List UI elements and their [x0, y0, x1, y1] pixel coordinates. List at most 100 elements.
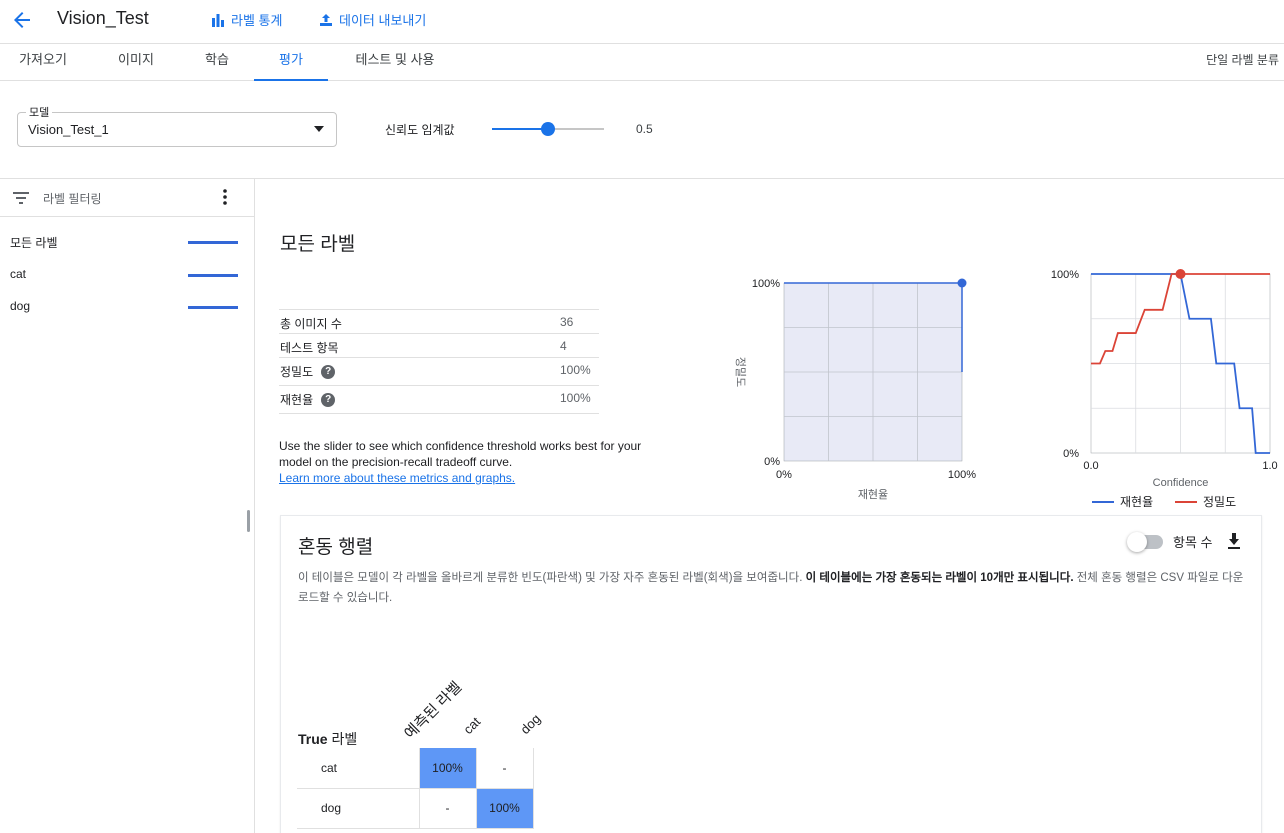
model-type-label: 단일 라벨 분류	[1206, 53, 1279, 67]
matrix-cell: 100%	[419, 748, 477, 789]
metric-name: 테스트 항목	[280, 341, 339, 355]
slider-thumb[interactable]	[541, 122, 555, 136]
sidebar-item-cat[interactable]: cat	[10, 263, 240, 287]
confusion-matrix-title: 혼동 행렬	[298, 537, 374, 558]
item-count-toggle[interactable]	[1127, 532, 1163, 552]
metric-name-recall: 재현율?	[280, 391, 336, 408]
explanation-body: Use the slider to see which confidence t…	[279, 439, 642, 469]
dropdown-caret-icon	[314, 126, 324, 132]
highlight-point	[1175, 269, 1186, 279]
model-select-value: Vision_Test_1	[28, 122, 109, 137]
sidebar-item-label: 모든 라벨	[10, 236, 58, 250]
series-line-swatch	[188, 274, 238, 277]
slider-fill	[492, 128, 548, 130]
threshold-value: 0.5	[636, 122, 653, 136]
sidebar-item-dog[interactable]: dog	[10, 295, 240, 319]
x-tick-label: 100%	[948, 469, 976, 481]
label-stats-label: 라벨 통계	[231, 13, 283, 28]
metric-name-text: 정밀도	[280, 365, 314, 379]
tab-images[interactable]: 이미지	[96, 44, 176, 81]
desc-plain: 이 테이블은 모델이 각 라벨을 올바르게 분류한 빈도(파란색) 및 가장 자…	[298, 572, 806, 584]
more-vert-icon[interactable]	[222, 189, 228, 205]
model-select[interactable]: 모델 Vision_Test_1	[17, 104, 337, 147]
true-label-header: True 라벨	[298, 729, 357, 749]
table-row: dog - 100%	[297, 788, 534, 829]
bar-chart-icon	[212, 13, 224, 27]
metric-value: 36	[560, 315, 574, 329]
sidebar-item-label: cat	[10, 267, 27, 281]
sidebar-item-label: dog	[10, 299, 31, 313]
desc-bold: 이 테이블에는 가장 혼동되는 라벨이 10개만 표시됩니다.	[805, 572, 1074, 584]
back-arrow-icon[interactable]	[10, 8, 34, 32]
x-tick-label: 1.0	[1262, 460, 1277, 472]
filter-input[interactable]: 라벨 필터링	[43, 190, 102, 207]
tab-import[interactable]: 가져오기	[0, 44, 86, 81]
threshold-label: 신뢰도 임계값	[385, 123, 455, 137]
sidebar-divider	[254, 178, 255, 833]
legend-swatch	[1175, 500, 1197, 503]
confidence-threshold-chart: 100% 0% 0.0 1.0 Confidence	[1051, 269, 1278, 489]
export-data-button[interactable]: 데이터 내보내기	[319, 10, 426, 29]
toggle-knob	[1127, 532, 1147, 552]
page-title: Vision_Test	[57, 8, 149, 28]
column-header-cat: cat	[460, 714, 484, 737]
series-line-swatch	[188, 241, 238, 244]
metric-name: 총 이미지 수	[280, 317, 342, 331]
true-label-suffix: 라벨	[327, 731, 358, 747]
matrix-cell: 100%	[476, 788, 534, 829]
help-icon[interactable]: ?	[321, 392, 336, 407]
metric-value: 100%	[560, 391, 591, 405]
upload-icon	[320, 13, 332, 26]
section-title: 모든 라벨	[280, 234, 356, 255]
item-count-toggle-label: 항목 수	[1173, 535, 1213, 550]
y-tick-label: 100%	[1051, 269, 1079, 281]
legend-item-precision: 정밀도	[1175, 493, 1236, 510]
column-header-dog: dog	[517, 711, 544, 737]
metric-row: 정밀도? 100%	[279, 358, 599, 386]
tab-train[interactable]: 학습	[177, 44, 257, 81]
top-bar: Vision_Test 라벨 통계 데이터 내보내기	[0, 0, 1284, 44]
legend-item-recall: 재현율	[1092, 493, 1153, 510]
help-icon[interactable]: ?	[321, 364, 336, 379]
label-filter[interactable]: 라벨 필터링	[0, 179, 254, 217]
table-row: cat 100% -	[297, 748, 534, 789]
series-line-swatch	[188, 306, 238, 309]
matrix-cell: -	[476, 748, 534, 789]
x-tick-label: 0.0	[1083, 460, 1098, 472]
legend-label: 재현율	[1120, 495, 1154, 509]
predicted-label-header: 예측된 라벨	[401, 678, 466, 743]
metric-row: 재현율? 100%	[279, 386, 599, 414]
metric-row: 테스트 항목 4	[279, 334, 599, 358]
metric-value: 4	[560, 339, 567, 353]
y-tick-label: 0%	[764, 456, 780, 468]
highlight-point	[957, 278, 967, 288]
x-tick-label: 0%	[776, 469, 792, 481]
matrix-cell: -	[419, 788, 477, 829]
label-stats-button[interactable]: 라벨 통계	[211, 10, 282, 29]
sidebar-item-all-labels[interactable]: 모든 라벨	[10, 230, 240, 254]
row-label: cat	[297, 748, 420, 789]
metrics-table: 총 이미지 수 36 테스트 항목 4 정밀도? 100% 재현율? 100%	[279, 309, 599, 414]
confusion-matrix-description: 이 테이블은 모델이 각 라벨을 올바르게 분류한 빈도(파란색) 및 가장 자…	[298, 568, 1248, 608]
learn-more-link[interactable]: Learn more about these metrics and graph…	[279, 470, 659, 486]
y-tick-label: 100%	[752, 278, 780, 290]
confusion-matrix-card: 혼동 행렬 항목 수 이 테이블은 모델이 각 라벨을 올바르게 분류한 빈도(…	[280, 515, 1262, 833]
resize-handle[interactable]	[247, 510, 250, 532]
tab-evaluate[interactable]: 평가	[254, 44, 328, 81]
x-axis-label: Confidence	[1153, 477, 1209, 489]
x-axis-label: 재현율	[858, 488, 888, 501]
metric-name-precision: 정밀도?	[280, 363, 336, 380]
y-axis-label: 정밀도	[734, 357, 747, 387]
true-label-prefix: True	[298, 731, 328, 747]
precision-recall-chart: 100% 0%0% 100% 재현율 정밀도	[734, 278, 976, 501]
export-data-label: 데이터 내보내기	[339, 13, 427, 28]
threshold-slider[interactable]	[492, 122, 604, 136]
row-label: dog	[297, 788, 420, 829]
download-icon[interactable]	[1226, 532, 1242, 550]
metric-name-text: 재현율	[280, 393, 314, 407]
tab-bar: 가져오기 이미지 학습 평가 테스트 및 사용 단일 라벨 분류	[0, 44, 1284, 81]
confusion-matrix-table: cat 100% - dog - 100%	[297, 748, 534, 829]
tab-test-and-use[interactable]: 테스트 및 사용	[340, 44, 450, 81]
filter-icon	[13, 192, 29, 204]
metric-value: 100%	[560, 363, 591, 377]
